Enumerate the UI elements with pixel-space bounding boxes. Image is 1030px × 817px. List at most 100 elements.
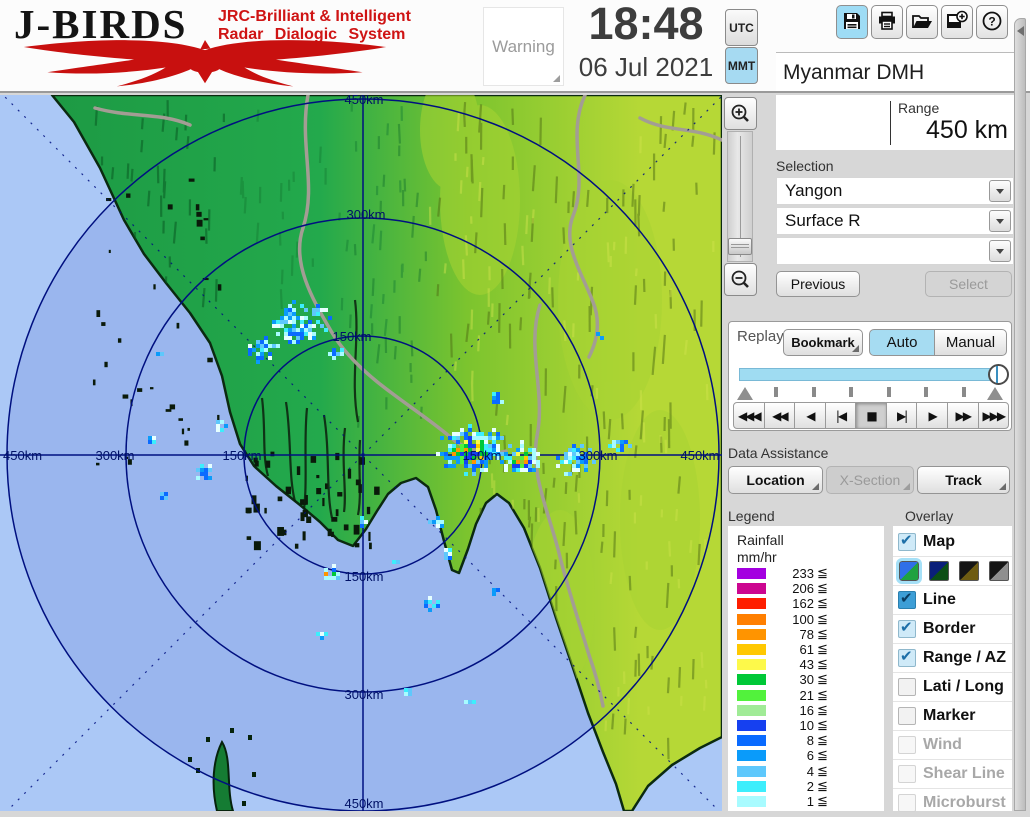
legend-row: 61≦ — [737, 642, 878, 657]
open-folder-icon — [911, 10, 933, 35]
checkbox[interactable] — [898, 765, 916, 783]
check-icon: ✔ — [900, 647, 913, 665]
location-button[interactable]: Location — [728, 466, 823, 494]
x-section-button[interactable]: X-Section — [826, 466, 914, 494]
range-label: Range — [898, 100, 939, 116]
legend-value: 61 — [770, 642, 814, 657]
replay-slider-track[interactable] — [739, 368, 1001, 381]
legend-value: 2 — [770, 779, 814, 794]
overlay-item-shear-line[interactable]: Shear Line — [893, 760, 1012, 789]
map-style-gray-button[interactable] — [989, 561, 1009, 581]
product-dropdown[interactable]: Surface R — [776, 207, 1014, 235]
previous-button[interactable]: Previous — [776, 271, 860, 297]
legend-color-swatch — [737, 735, 766, 746]
mmt-button[interactable]: MMT — [725, 47, 758, 84]
step-back-button[interactable]: |◀ — [825, 402, 857, 429]
legend-lte-symbol: ≦ — [817, 733, 828, 748]
overlay-item-line[interactable]: ✔Line — [893, 586, 1012, 615]
replay-slider[interactable] — [739, 366, 1001, 382]
replay-slider-thumb[interactable] — [988, 364, 1009, 385]
overlay-item-lati-long[interactable]: Lati / Long — [893, 673, 1012, 702]
forward-fast-button[interactable]: ▶▶ — [947, 402, 979, 429]
slider-tick — [962, 387, 966, 397]
sidebar-collapse-strip[interactable] — [1014, 18, 1026, 811]
checkbox[interactable]: ✔ — [898, 620, 916, 638]
add-image-icon — [945, 10, 969, 35]
overlay-label: Overlay — [905, 508, 953, 524]
play-button[interactable]: ▶ — [916, 402, 948, 429]
legend-color-swatch — [737, 781, 766, 792]
legend-lte-symbol: ≦ — [817, 794, 828, 809]
stop-button[interactable]: ■ — [855, 402, 887, 429]
corner-expand-icon — [852, 345, 859, 352]
map-style-dark-button[interactable] — [929, 561, 949, 581]
map-style-swatches — [893, 557, 1012, 586]
select-button[interactable]: Select — [925, 271, 1012, 297]
zoom-out-icon — [729, 269, 751, 291]
help-button[interactable]: ? — [976, 5, 1008, 39]
checkbox[interactable] — [898, 707, 916, 725]
ring-label: 300km — [578, 448, 617, 463]
overlay-item-range-az[interactable]: ✔Range / AZ — [893, 644, 1012, 673]
step-forward-button[interactable]: ▶| — [886, 402, 918, 429]
forward-fastest-button[interactable]: ▶▶▶ — [978, 402, 1010, 429]
rewind-fast-button[interactable]: ◀◀ — [764, 402, 796, 429]
legend-row: 4≦ — [737, 763, 878, 778]
legend-row: 10≦ — [737, 718, 878, 733]
overlay-item-border[interactable]: ✔Border — [893, 615, 1012, 644]
legend-lte-symbol: ≦ — [817, 596, 828, 611]
zoom-in-icon — [729, 103, 751, 125]
checkbox[interactable] — [898, 794, 916, 812]
warning-button[interactable]: Warning — [483, 7, 564, 86]
overlay-item-map[interactable]: ✔Map — [893, 528, 1012, 557]
site-dropdown-button[interactable] — [989, 180, 1011, 202]
range-start-marker[interactable] — [737, 387, 753, 400]
zoom-out-button[interactable] — [724, 263, 757, 296]
overlay-item-wind[interactable]: Wind — [893, 731, 1012, 760]
map-zoom-control — [723, 97, 757, 296]
manual-button[interactable]: Manual — [934, 329, 1007, 356]
checkbox[interactable]: ✔ — [898, 591, 916, 609]
overlay-item-label: Marker — [923, 707, 975, 725]
legend-color-swatch — [737, 750, 766, 761]
print-button[interactable] — [871, 5, 903, 39]
site-dropdown[interactable]: Yangon — [776, 177, 1014, 205]
checkbox[interactable] — [898, 678, 916, 696]
legend-lte-symbol: ≦ — [817, 627, 828, 642]
checkbox[interactable] — [898, 736, 916, 754]
play-backward-button[interactable]: ◀ — [794, 402, 826, 429]
utc-button[interactable]: UTC — [725, 9, 758, 46]
zoom-slider-handle[interactable] — [728, 238, 752, 255]
map-style-olive-button[interactable] — [959, 561, 979, 581]
option-dropdown[interactable] — [776, 237, 1014, 265]
map-style-color-button[interactable] — [899, 561, 919, 581]
track-button[interactable]: Track — [917, 466, 1010, 494]
legend-value: 100 — [770, 612, 814, 627]
legend-color-swatch — [737, 583, 766, 594]
option-dropdown-button[interactable] — [989, 240, 1011, 262]
save-button[interactable] — [836, 5, 868, 39]
bookmark-button[interactable]: Bookmark — [783, 329, 863, 356]
legend-value: 30 — [770, 672, 814, 687]
radar-map[interactable]: 450km300km150km150km300km450km450km300km… — [0, 95, 722, 811]
product-dropdown-button[interactable] — [989, 210, 1011, 232]
legend-lte-symbol: ≦ — [817, 581, 828, 596]
add-image-button[interactable] — [941, 5, 973, 39]
auto-button[interactable]: Auto — [869, 329, 935, 356]
checkbox[interactable]: ✔ — [898, 649, 916, 667]
legend-lte-symbol: ≦ — [817, 612, 828, 627]
rewind-fastest-button[interactable]: ◀◀◀ — [733, 402, 765, 429]
zoom-in-button[interactable] — [724, 97, 757, 130]
legend-color-swatch — [737, 568, 766, 579]
legend-lte-symbol: ≦ — [817, 718, 828, 733]
open-folder-button[interactable] — [906, 5, 938, 39]
overlay-item-microburst[interactable]: Microburst — [893, 789, 1012, 817]
radar-map-canvas[interactable]: 450km300km150km150km300km450km450km300km… — [0, 95, 722, 811]
legend-panel: Rainfall mm/hr 233≦206≦162≦100≦78≦61≦43≦… — [728, 526, 884, 811]
overlay-item-marker[interactable]: Marker — [893, 702, 1012, 731]
checkbox[interactable]: ✔ — [898, 533, 916, 551]
range-end-marker[interactable] — [987, 387, 1003, 400]
zoom-slider-track[interactable] — [727, 131, 753, 262]
range-value: 450 km — [926, 116, 1008, 145]
legend-unit: mm/hr — [737, 549, 878, 566]
